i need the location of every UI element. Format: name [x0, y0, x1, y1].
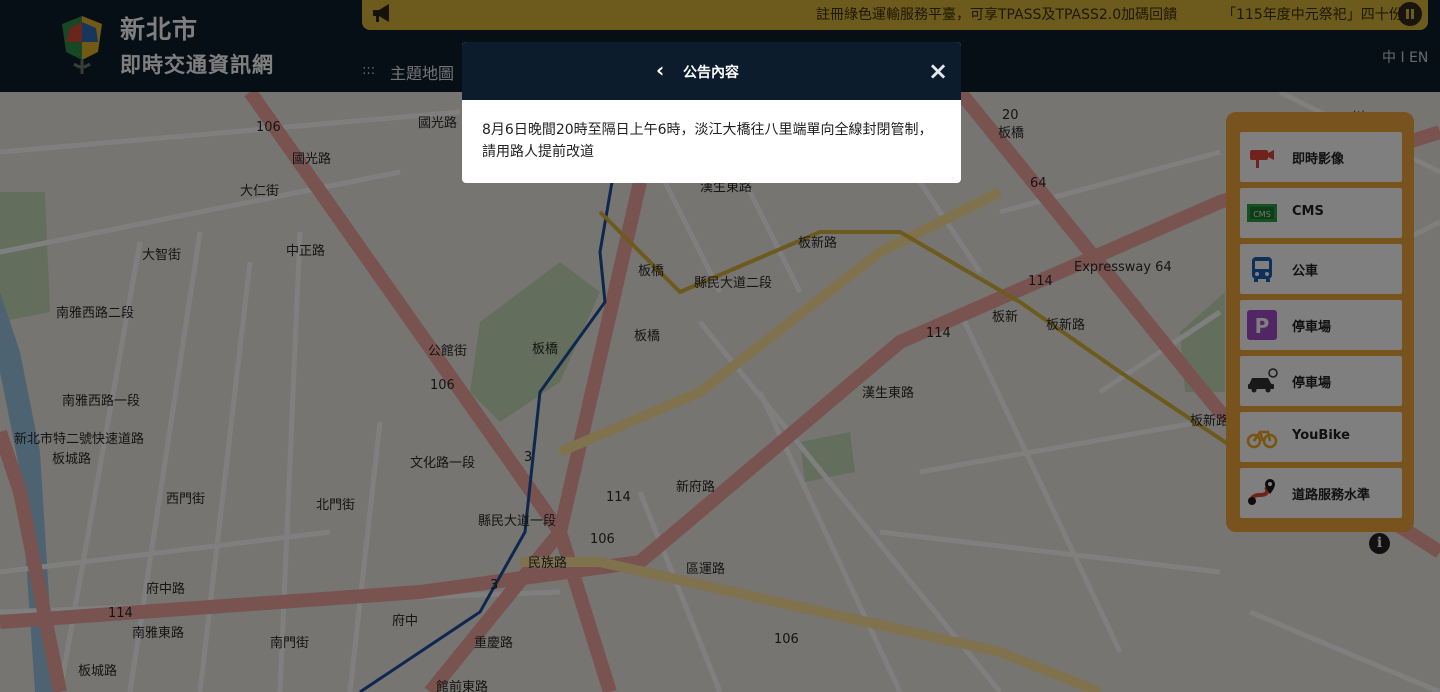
- announcement-body: 8月6日晚間20時至隔日上午6時，淡江大橋往八里端單向全線封閉管制，請用路人提前…: [482, 122, 933, 160]
- modal-header: ‹ 公告內容 ×: [462, 42, 961, 100]
- modal-title: 公告內容: [683, 65, 739, 81]
- back-icon[interactable]: ‹: [656, 58, 664, 82]
- announcement-modal: ‹ 公告內容 × 8月6日晚間20時至隔日上午6時，淡江大橋往八里端單向全線封閉…: [462, 42, 961, 183]
- close-icon[interactable]: ×: [928, 57, 948, 85]
